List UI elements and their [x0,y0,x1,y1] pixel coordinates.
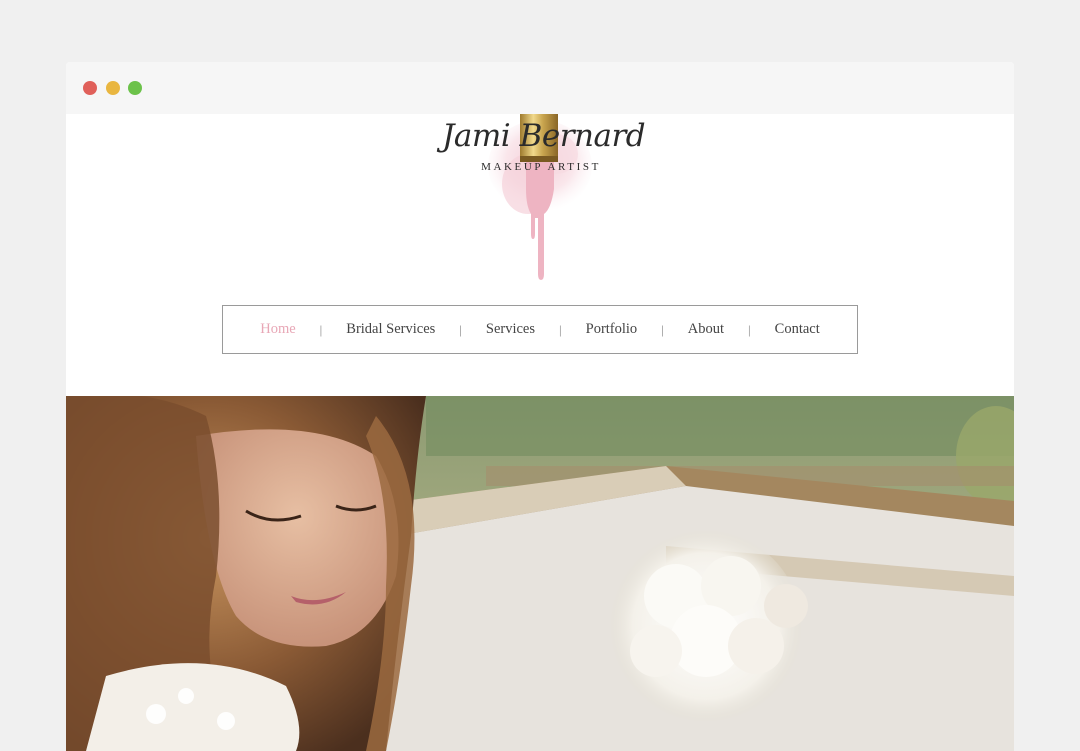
bride-portrait-image [66,396,1014,751]
nav-item-portfolio[interactable]: Portfolio [586,321,638,338]
maximize-window-button[interactable] [128,81,142,95]
logo-subtitle: MAKEUP ARTIST [481,161,601,173]
hero-image [66,396,1014,751]
window-titlebar [66,62,1014,114]
nav-item-contact[interactable]: Contact [775,321,820,338]
nav-separator: | [559,321,562,337]
close-window-button[interactable] [83,81,97,95]
minimize-window-button[interactable] [106,81,120,95]
nav-separator: | [748,321,751,337]
nav-separator: | [661,321,664,337]
nav-separator: | [459,321,462,337]
nav-item-home[interactable]: Home [260,321,295,338]
site-logo[interactable]: Jami Bernard MAKEUP ARTIST [436,114,646,294]
main-navigation: Home | Bridal Services | Services | Port… [222,305,858,354]
browser-window: Jami Bernard MAKEUP ARTIST Home | Bridal… [66,62,1014,751]
nav-item-about[interactable]: About [688,321,724,338]
logo-script-name: Jami Bernard [442,118,646,154]
nav-separator: | [319,321,323,337]
nav-item-bridal-services[interactable]: Bridal Services [346,321,435,338]
nav-item-services[interactable]: Services [486,321,535,338]
